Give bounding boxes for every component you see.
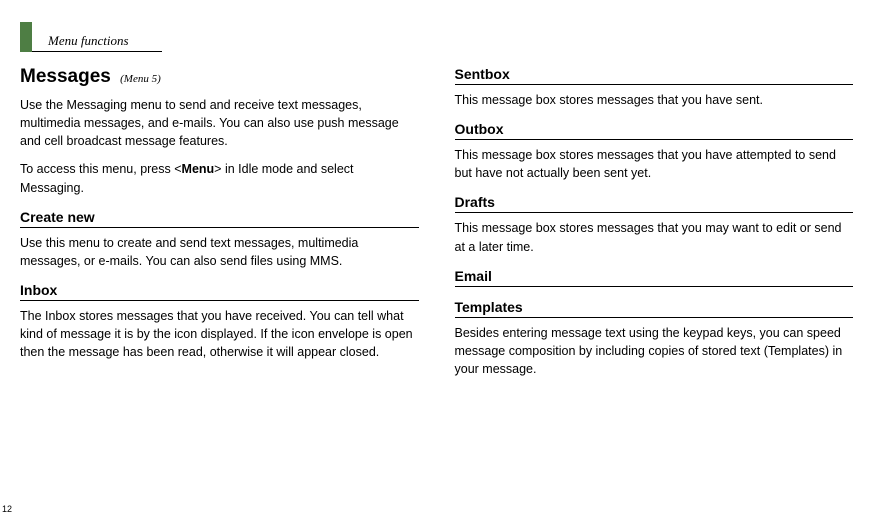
outbox-body: This message box stores messages that yo… <box>455 146 854 182</box>
right-column: Sentbox This message box stores messages… <box>455 66 854 388</box>
create-new-body: Use this menu to create and send text me… <box>20 234 419 270</box>
templates-body: Besides entering message text using the … <box>455 324 854 378</box>
drafts-title: Drafts <box>455 194 854 213</box>
drafts-body: This message box stores messages that yo… <box>455 219 854 255</box>
sentbox-body: This message box stores messages that yo… <box>455 91 854 109</box>
messages-intro-1: Use the Messaging menu to send and recei… <box>20 96 419 150</box>
templates-title: Templates <box>455 299 854 318</box>
header-rule <box>32 51 162 52</box>
header-accent-bar <box>20 22 32 52</box>
messages-intro-2-bold: Menu <box>182 162 215 176</box>
page-number: 12 <box>2 504 12 514</box>
outbox-title: Outbox <box>455 121 854 140</box>
inbox-body: The Inbox stores messages that you have … <box>20 307 419 361</box>
email-title: Email <box>455 268 854 287</box>
page-header: Menu functions <box>20 22 853 52</box>
left-column: Messages (Menu 5) Use the Messaging menu… <box>20 66 419 388</box>
messages-intro-2-pre: To access this menu, press < <box>20 162 182 176</box>
messages-heading-text: Messages <box>20 66 111 87</box>
header-section-title: Menu functions <box>48 33 129 49</box>
create-new-title: Create new <box>20 209 419 228</box>
inbox-title: Inbox <box>20 282 419 301</box>
messages-intro-2: To access this menu, press <Menu> in Idl… <box>20 160 419 196</box>
messages-heading-annotation: (Menu 5) <box>120 73 161 85</box>
content-columns: Messages (Menu 5) Use the Messaging menu… <box>20 62 853 388</box>
sentbox-title: Sentbox <box>455 66 854 85</box>
messages-heading: Messages (Menu 5) <box>20 66 419 88</box>
